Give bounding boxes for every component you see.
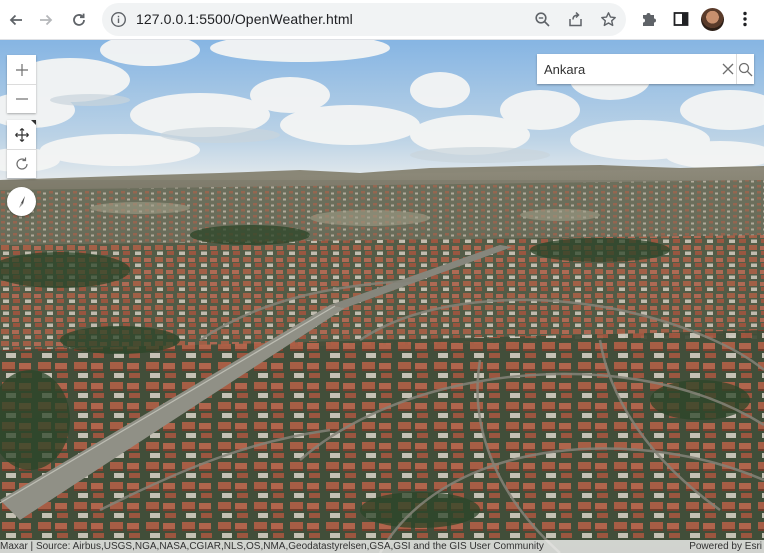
reload-button[interactable] <box>65 6 93 34</box>
reload-icon <box>73 13 85 26</box>
puzzle-icon[interactable] <box>640 10 658 28</box>
plus-icon <box>15 63 28 76</box>
address-path: :5500/OpenWeather.html <box>195 11 353 27</box>
attribution-source: Maxar | Source: Airbus,USGS,NGA,NASA,CGI… <box>0 541 544 552</box>
compass-needle-icon <box>18 195 25 208</box>
zoom-controls <box>7 55 36 113</box>
arrow-left-icon <box>9 14 22 26</box>
active-indicator-icon <box>31 120 36 125</box>
profile-avatar[interactable] <box>701 8 724 31</box>
rotate-icon <box>15 157 28 170</box>
minus-icon <box>15 98 28 100</box>
clear-search-button[interactable] <box>720 54 736 84</box>
search-input[interactable] <box>537 54 720 84</box>
attribution-bar: Maxar | Source: Airbus,USGS,NGA,NASA,CGI… <box>0 540 764 553</box>
side-panel-icon[interactable] <box>672 10 690 28</box>
back-button[interactable] <box>2 6 30 34</box>
rotate-mode-button[interactable] <box>7 149 36 178</box>
address-host: 127.0.0.1 <box>136 11 196 27</box>
address-bar[interactable]: 127.0.0.1:5500/OpenWeather.html <box>102 3 626 36</box>
powered-by-link[interactable]: Powered by Esri <box>689 540 762 553</box>
magnifier-icon[interactable] <box>534 11 551 28</box>
scene-view[interactable]: Maxar | Source: Airbus,USGS,NGA,NASA,CGI… <box>0 40 764 553</box>
address-url: 127.0.0.1:5500/OpenWeather.html <box>136 11 353 27</box>
search-button[interactable] <box>735 54 754 84</box>
city-3d-scene <box>0 40 764 553</box>
share-icon[interactable] <box>567 11 584 28</box>
close-icon <box>722 63 734 75</box>
search-icon <box>738 62 753 76</box>
star-icon[interactable] <box>600 11 617 28</box>
search-widget <box>537 54 754 84</box>
zoom-in-button[interactable] <box>7 55 36 84</box>
info-icon[interactable] <box>110 11 127 28</box>
zoom-out-button[interactable] <box>7 84 36 113</box>
navigation-toggle <box>7 120 36 178</box>
pan-arrows-icon <box>14 127 29 142</box>
forward-button[interactable] <box>32 6 60 34</box>
arrow-right-icon <box>40 14 53 26</box>
compass-button[interactable] <box>7 187 36 216</box>
pan-mode-button[interactable] <box>7 120 36 149</box>
kebab-menu-icon[interactable] <box>743 11 747 27</box>
browser-toolbar: 127.0.0.1:5500/OpenWeather.html <box>0 0 764 40</box>
